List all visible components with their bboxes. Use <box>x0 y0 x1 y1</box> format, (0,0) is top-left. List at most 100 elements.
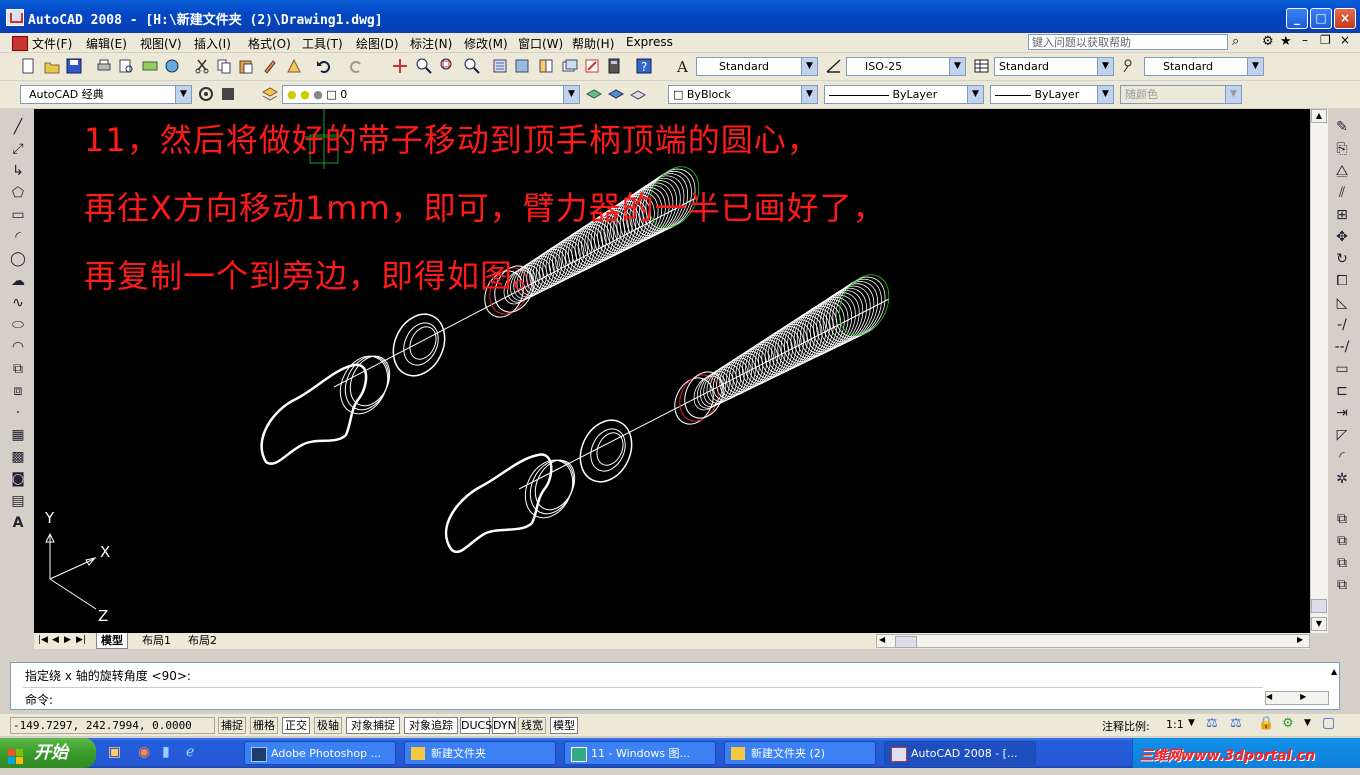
dyn-toggle[interactable]: DYN <box>492 717 516 734</box>
status-menu-icon[interactable]: ▼ <box>1304 718 1311 728</box>
hscroll-thumb[interactable] <box>895 636 917 648</box>
favorites-star-icon[interactable]: ★ <box>1280 34 1292 49</box>
menu-window[interactable]: 窗口(W) <box>518 35 563 52</box>
polygon-icon[interactable]: ⬠ <box>8 184 28 202</box>
multileader-style-select[interactable]: Standard ▼ <box>1144 57 1264 76</box>
tool-palettes-icon[interactable] <box>538 58 554 74</box>
stretch-icon[interactable]: ◺ <box>1332 294 1352 312</box>
lineweight-toggle[interactable]: 线宽 <box>518 717 546 734</box>
workspace-settings-icon[interactable] <box>198 86 214 102</box>
text-style-select[interactable]: Standard ▼ <box>696 57 818 76</box>
quicklaunch-qq-icon[interactable]: ◉ <box>138 744 150 760</box>
layer-thaw-icon[interactable]: ● <box>300 88 310 101</box>
explode-icon[interactable]: ✲ <box>1332 470 1352 488</box>
linetype-select[interactable]: ByLayer ▼ <box>824 85 984 104</box>
doc-minimize-button[interactable]: – <box>1302 33 1308 47</box>
task-folder-1[interactable]: 新建文件夹 <box>404 741 556 765</box>
communication-center-icon[interactable]: ⚙ <box>1262 34 1274 49</box>
menu-file[interactable]: 文件(F) <box>32 35 72 52</box>
help-icon[interactable]: ? <box>636 58 652 74</box>
maximize-button[interactable]: □ <box>1310 8 1332 29</box>
hatch-icon[interactable]: ▦ <box>8 426 28 444</box>
multileader-style-icon[interactable] <box>1122 58 1138 74</box>
extend-icon[interactable]: --/ <box>1332 338 1352 356</box>
layer-select[interactable]: ● ● ● □ 0 ▼ <box>282 85 580 104</box>
my-workspace-icon[interactable] <box>220 86 236 102</box>
drawing-canvas[interactable]: Y X Z 11，然后将做好的带子移动到顶手柄顶端的圆心， 再往X方向移动1mm… <box>34 109 1310 633</box>
grid-toggle[interactable]: 栅格 <box>250 717 278 734</box>
otrack-toggle[interactable]: 对象追踪 <box>404 717 458 734</box>
point-icon[interactable]: · <box>8 404 28 422</box>
paste-icon[interactable] <box>238 58 254 74</box>
dim-style-select[interactable]: ISO-25 ▼ <box>846 57 966 76</box>
3d-dwf-icon[interactable] <box>164 58 180 74</box>
menu-express[interactable]: Express <box>626 35 673 49</box>
publish-icon[interactable] <box>142 58 158 74</box>
workspace-select[interactable]: AutoCAD 经典 ▼ <box>20 85 192 104</box>
zoom-previous-icon[interactable] <box>464 58 480 74</box>
menu-dimension[interactable]: 标注(N) <box>410 35 452 52</box>
menu-edit[interactable]: 编辑(E) <box>86 35 127 52</box>
command-window[interactable]: 指定绕 x 轴的旋转角度 <90>: 命令: ▲ ◀ ▶ <box>10 662 1340 710</box>
tab-layout1[interactable]: 布局1 <box>138 633 175 648</box>
region-icon[interactable]: ◙ <box>8 470 28 488</box>
move-icon[interactable]: ✥ <box>1332 228 1352 246</box>
auto-scale-icon[interactable]: ⚖ <box>1230 716 1242 731</box>
arc-icon[interactable]: ◜ <box>8 228 28 246</box>
zoom-window-icon[interactable] <box>440 58 456 74</box>
color-select[interactable]: □ ByBlock ▼ <box>668 85 818 104</box>
polyline-icon[interactable]: ↳ <box>8 162 28 180</box>
copy-object-icon[interactable]: ⎘ <box>1332 140 1352 158</box>
annotation-scale-dropdown-icon[interactable]: ▼ <box>1188 718 1195 728</box>
ortho-toggle[interactable]: 正交 <box>282 717 310 734</box>
tab-next-icon[interactable]: ▶ <box>64 633 71 648</box>
menu-tools[interactable]: 工具(T) <box>302 35 343 52</box>
layer-properties-icon[interactable] <box>262 86 278 102</box>
task-image-viewer[interactable]: 11 - Windows 图... <box>564 741 716 765</box>
pan-icon[interactable] <box>392 58 408 74</box>
mirror-icon[interactable]: ⧋ <box>1332 162 1352 180</box>
multiline-text-icon[interactable]: A <box>8 514 28 532</box>
ellipse-arc-icon[interactable]: ◠ <box>8 338 28 356</box>
task-photoshop[interactable]: Adobe Photoshop ... <box>244 741 396 765</box>
cut-icon[interactable] <box>194 58 210 74</box>
join-icon[interactable]: ⇥ <box>1332 404 1352 422</box>
circle-icon[interactable]: ◯ <box>8 250 28 268</box>
properties-icon[interactable] <box>492 58 508 74</box>
make-block-icon[interactable]: ⧈ <box>8 382 28 400</box>
search-icon[interactable]: ⌕ <box>1232 34 1239 49</box>
osnap-toggle[interactable]: 对象捕捉 <box>346 717 400 734</box>
menu-view[interactable]: 视图(V) <box>140 35 182 52</box>
gradient-icon[interactable]: ▩ <box>8 448 28 466</box>
lineweight-select[interactable]: ByLayer ▼ <box>990 85 1114 104</box>
start-button[interactable]: 开始 <box>0 738 96 768</box>
chamfer-icon[interactable]: ◸ <box>1332 426 1352 444</box>
minimize-button[interactable]: _ <box>1286 8 1308 29</box>
block-editor-icon[interactable] <box>286 58 302 74</box>
layer-lock-icon[interactable]: ● <box>313 88 323 101</box>
close-button[interactable]: × <box>1334 8 1356 29</box>
menu-modify[interactable]: 修改(M) <box>464 35 508 52</box>
calculator-icon[interactable] <box>606 58 622 74</box>
save-icon[interactable] <box>66 58 82 74</box>
design-center-icon[interactable] <box>514 58 530 74</box>
layer-state-icon[interactable] <box>630 86 646 102</box>
scale-icon[interactable]: ⧠ <box>1332 272 1352 290</box>
cmd-hscrollbar[interactable]: ◀ ▶ <box>1265 691 1329 705</box>
tab-first-icon[interactable]: |◀ <box>38 633 48 648</box>
layer-previous-icon[interactable] <box>608 86 624 102</box>
task-autocad[interactable]: AutoCAD 2008 - [... <box>884 741 1036 765</box>
table-style-icon[interactable] <box>974 58 990 74</box>
toolbar-lock-icon[interactable]: 🔒 <box>1258 716 1274 731</box>
quicklaunch-ie-icon[interactable]: ℯ <box>186 744 194 760</box>
markup-icon[interactable] <box>584 58 600 74</box>
tab-last-icon[interactable]: ▶| <box>76 633 86 648</box>
copy-icon[interactable] <box>216 58 232 74</box>
tab-prev-icon[interactable]: ◀ <box>52 633 59 648</box>
tab-layout2[interactable]: 布局2 <box>184 633 221 648</box>
vertical-scrollbar[interactable]: ▲ ▼ <box>1310 109 1328 633</box>
autocad-logo-icon[interactable] <box>6 9 24 26</box>
task-folder-2[interactable]: 新建文件夹 (2) <box>724 741 876 765</box>
zoom-realtime-icon[interactable] <box>416 58 432 74</box>
snap-toggle[interactable]: 捕捉 <box>218 717 246 734</box>
